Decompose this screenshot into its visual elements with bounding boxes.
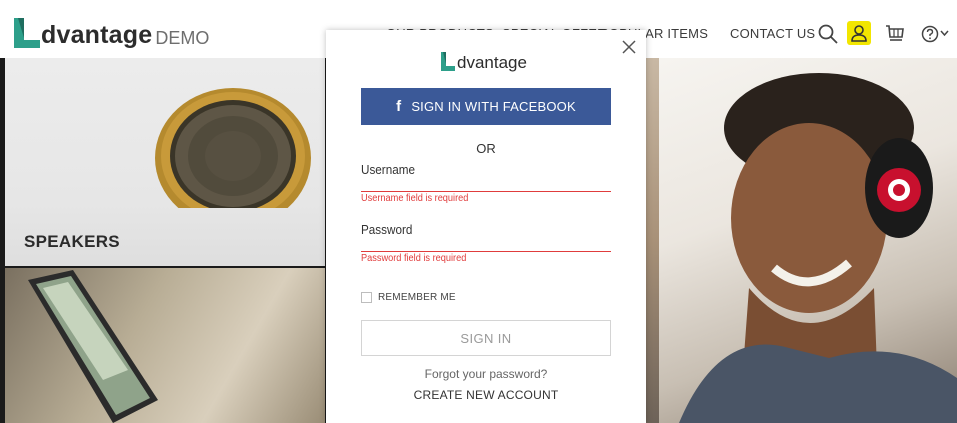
cart-icon[interactable]: [885, 24, 905, 44]
username-input[interactable]: [361, 172, 611, 192]
category-tile-strip: [645, 58, 659, 423]
headphones-promo-image: [679, 73, 957, 423]
login-modal: dvantage f SIGN IN WITH FACEBOOK OR User…: [326, 30, 646, 423]
chevron-down-icon[interactable]: [940, 30, 949, 37]
close-icon[interactable]: [621, 39, 637, 55]
forgot-password-link[interactable]: Forgot your password?: [326, 367, 646, 381]
remember-me-label: REMEMBER ME: [378, 292, 456, 303]
help-icon[interactable]: [921, 25, 939, 43]
password-error: Password field is required: [361, 253, 467, 264]
speaker-product-image: [155, 88, 311, 208]
remember-me-toggle[interactable]: REMEMBER ME: [361, 292, 456, 303]
modal-logo-wordmark: dvantage: [457, 53, 527, 72]
tablet-product-image: [28, 270, 158, 423]
facebook-signin-button[interactable]: f SIGN IN WITH FACEBOOK: [361, 88, 611, 125]
facebook-icon: f: [396, 98, 402, 115]
username-error: Username field is required: [361, 193, 469, 204]
or-divider-label: OR: [476, 141, 496, 156]
remember-me-checkbox[interactable]: [361, 292, 372, 303]
category-label-speakers: SPEAKERS: [24, 232, 120, 251]
password-input[interactable]: [361, 232, 611, 252]
create-account-link[interactable]: CREATE NEW ACCOUNT: [326, 388, 646, 402]
nav-contact-us[interactable]: CONTACT US: [730, 26, 815, 41]
advantage-logo-icon: [441, 52, 455, 71]
facebook-signin-label: SIGN IN WITH FACEBOOK: [411, 99, 576, 114]
search-icon[interactable]: [818, 24, 838, 44]
modal-logo: dvantage: [441, 52, 527, 71]
sign-in-button[interactable]: SIGN IN: [361, 320, 611, 356]
user-menu-button[interactable]: [847, 21, 871, 45]
user-icon: [851, 25, 867, 42]
